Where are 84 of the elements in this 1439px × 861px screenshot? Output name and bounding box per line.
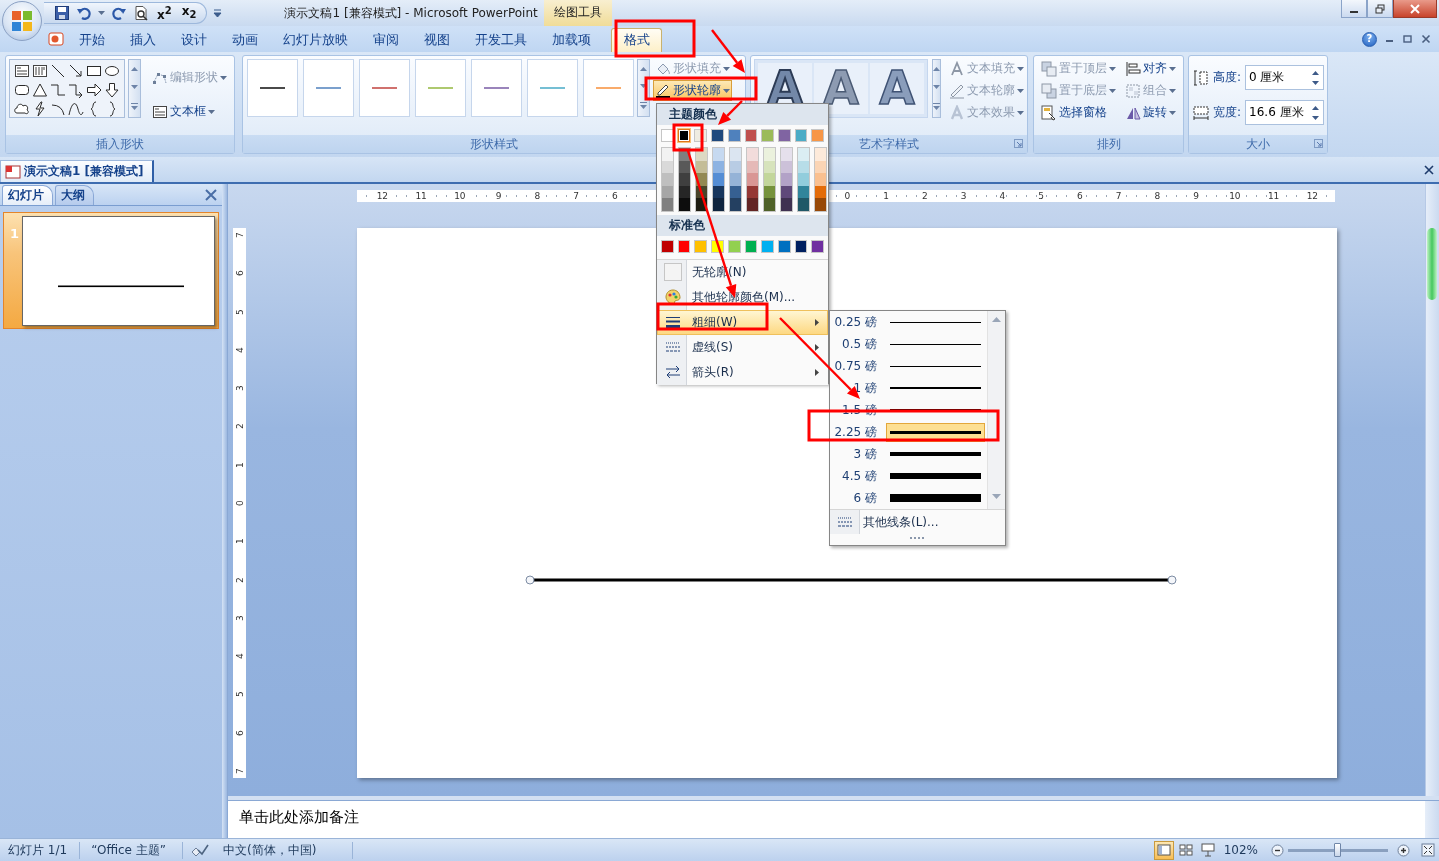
ruler-number: 5 <box>234 307 245 317</box>
ruler-number: 1 <box>234 537 245 547</box>
ruler-number: 6 <box>1076 191 1084 201</box>
menu-item[interactable]: 其他线条(L)... <box>830 510 1005 534</box>
field-label: 宽度: <box>1213 104 1242 121</box>
ribbon-tab[interactable]: 动画 <box>219 28 270 52</box>
ruler-number: 5 <box>1037 191 1045 201</box>
ruler-number: 7 <box>234 231 245 240</box>
ruler-number: 0 <box>843 191 852 201</box>
size-field[interactable]: 16.6 厘米 <box>1245 100 1325 125</box>
menu-section-header: 标准色 <box>657 214 828 236</box>
ribbon-tab[interactable]: 审阅 <box>360 28 411 52</box>
ruler-number: 12 <box>375 191 390 201</box>
ruler-number: 4 <box>998 191 1007 201</box>
ruler-number: 6 <box>611 191 619 201</box>
document-tab[interactable]: 演示文稿1 [兼容模式] <box>0 160 154 182</box>
ruler-number: 6 <box>234 728 245 738</box>
menu-section-header: 主题颜色 <box>657 104 828 125</box>
ruler-number: 7 <box>234 767 245 776</box>
weight-label: 0.5 磅 <box>841 335 877 353</box>
group-label: 插入形状 <box>96 135 144 153</box>
ruler-number: 7 <box>572 191 580 201</box>
zoom-level[interactable]: 102% <box>1223 843 1258 857</box>
ribbon-button[interactable]: 文本框 <box>150 101 229 122</box>
ruler-number: 2 <box>921 191 929 201</box>
group-label: 排列 <box>1096 135 1121 153</box>
group-label: 大小 <box>1246 135 1270 153</box>
weight-label: 0.25 磅 <box>833 313 877 331</box>
ruler-number: 2 <box>234 575 245 585</box>
ruler-number: 12 <box>1305 191 1320 201</box>
ruler-number: 3 <box>234 613 245 623</box>
slide-counter: 幻灯片 1/1 <box>0 841 81 859</box>
ribbon-button[interactable]: 旋转 <box>1123 102 1178 123</box>
ruler-number: 10 <box>1228 191 1242 201</box>
ruler-number: 0 <box>234 499 245 508</box>
ruler-number: 1 <box>882 191 890 201</box>
ribbon-button[interactable]: 选择窗格 <box>1039 102 1118 123</box>
menu-item[interactable]: 虚线(S) <box>657 334 828 360</box>
ribbon-tab[interactable]: 视图 <box>411 28 462 52</box>
weight-label: 4.5 磅 <box>841 467 877 485</box>
menu-item[interactable]: 箭头(R) <box>657 359 828 385</box>
ribbon-tab[interactable]: 幻灯片放映 <box>270 28 360 52</box>
ribbon-tab[interactable]: 插入 <box>117 28 168 52</box>
quick-access-button[interactable]: x$^{2}$ <box>155 4 174 22</box>
group-label: 艺术字样式 <box>859 135 919 153</box>
quick-access-button[interactable]: x$_{2}$ <box>179 3 199 23</box>
ribbon-tab[interactable]: 开发工具 <box>462 28 539 52</box>
ruler-number: 6 <box>234 269 245 279</box>
ruler-number: 9 <box>494 191 503 201</box>
ruler-number: 2 <box>234 422 245 432</box>
weight-label: 6 磅 <box>852 489 877 507</box>
ruler-number: 3 <box>959 191 968 201</box>
ruler-number: 5 <box>234 690 245 700</box>
ruler-number: 4 <box>234 346 245 355</box>
language-label[interactable]: 中文(简体，中国) <box>223 841 354 859</box>
ribbon-tab[interactable]: 设计 <box>168 28 219 52</box>
menu-item[interactable]: 粗细(W) <box>657 309 828 335</box>
ribbon-button[interactable]: 对齐 <box>1123 58 1178 79</box>
ribbon-tab[interactable]: 格式 <box>611 28 662 52</box>
theme-name: “Office 主题” <box>80 841 183 859</box>
ruler-number: 3 <box>234 384 245 393</box>
weight-label: 3 磅 <box>852 445 877 463</box>
ruler-number: 1 <box>234 460 245 470</box>
pane-tab[interactable]: 幻灯片 <box>2 185 53 205</box>
weight-label: 2.25 磅 <box>833 423 877 441</box>
ribbon-tab[interactable]: 加载项 <box>539 28 603 52</box>
field-label: 高度: <box>1213 69 1242 86</box>
contextual-tab-label: 绘图工具 <box>544 0 613 26</box>
ribbon-tab[interactable]: 开始 <box>66 28 117 52</box>
ruler-number: 7 <box>1114 191 1123 201</box>
ruler-number: 4 <box>234 652 245 661</box>
size-field[interactable]: 0 厘米 <box>1245 65 1325 90</box>
ruler-number: 11 <box>1266 191 1281 201</box>
pane-tab[interactable]: 大纲 <box>55 185 94 205</box>
ruler-number: 11 <box>414 191 428 201</box>
ruler-number: 8 <box>1153 191 1162 201</box>
ruler-number: 8 <box>533 191 542 201</box>
weight-label: 0.75 磅 <box>833 357 877 375</box>
ruler-number: 9 <box>1192 191 1200 201</box>
group-label: 形状样式 <box>470 135 518 153</box>
window-title: 演示文稿1 [兼容模式] - Microsoft PowerPoint <box>283 4 539 22</box>
slide-number: 1 <box>9 225 21 241</box>
ruler-number: 10 <box>453 191 467 201</box>
notes-placeholder[interactable]: 单击此处添加备注 <box>228 801 1425 838</box>
